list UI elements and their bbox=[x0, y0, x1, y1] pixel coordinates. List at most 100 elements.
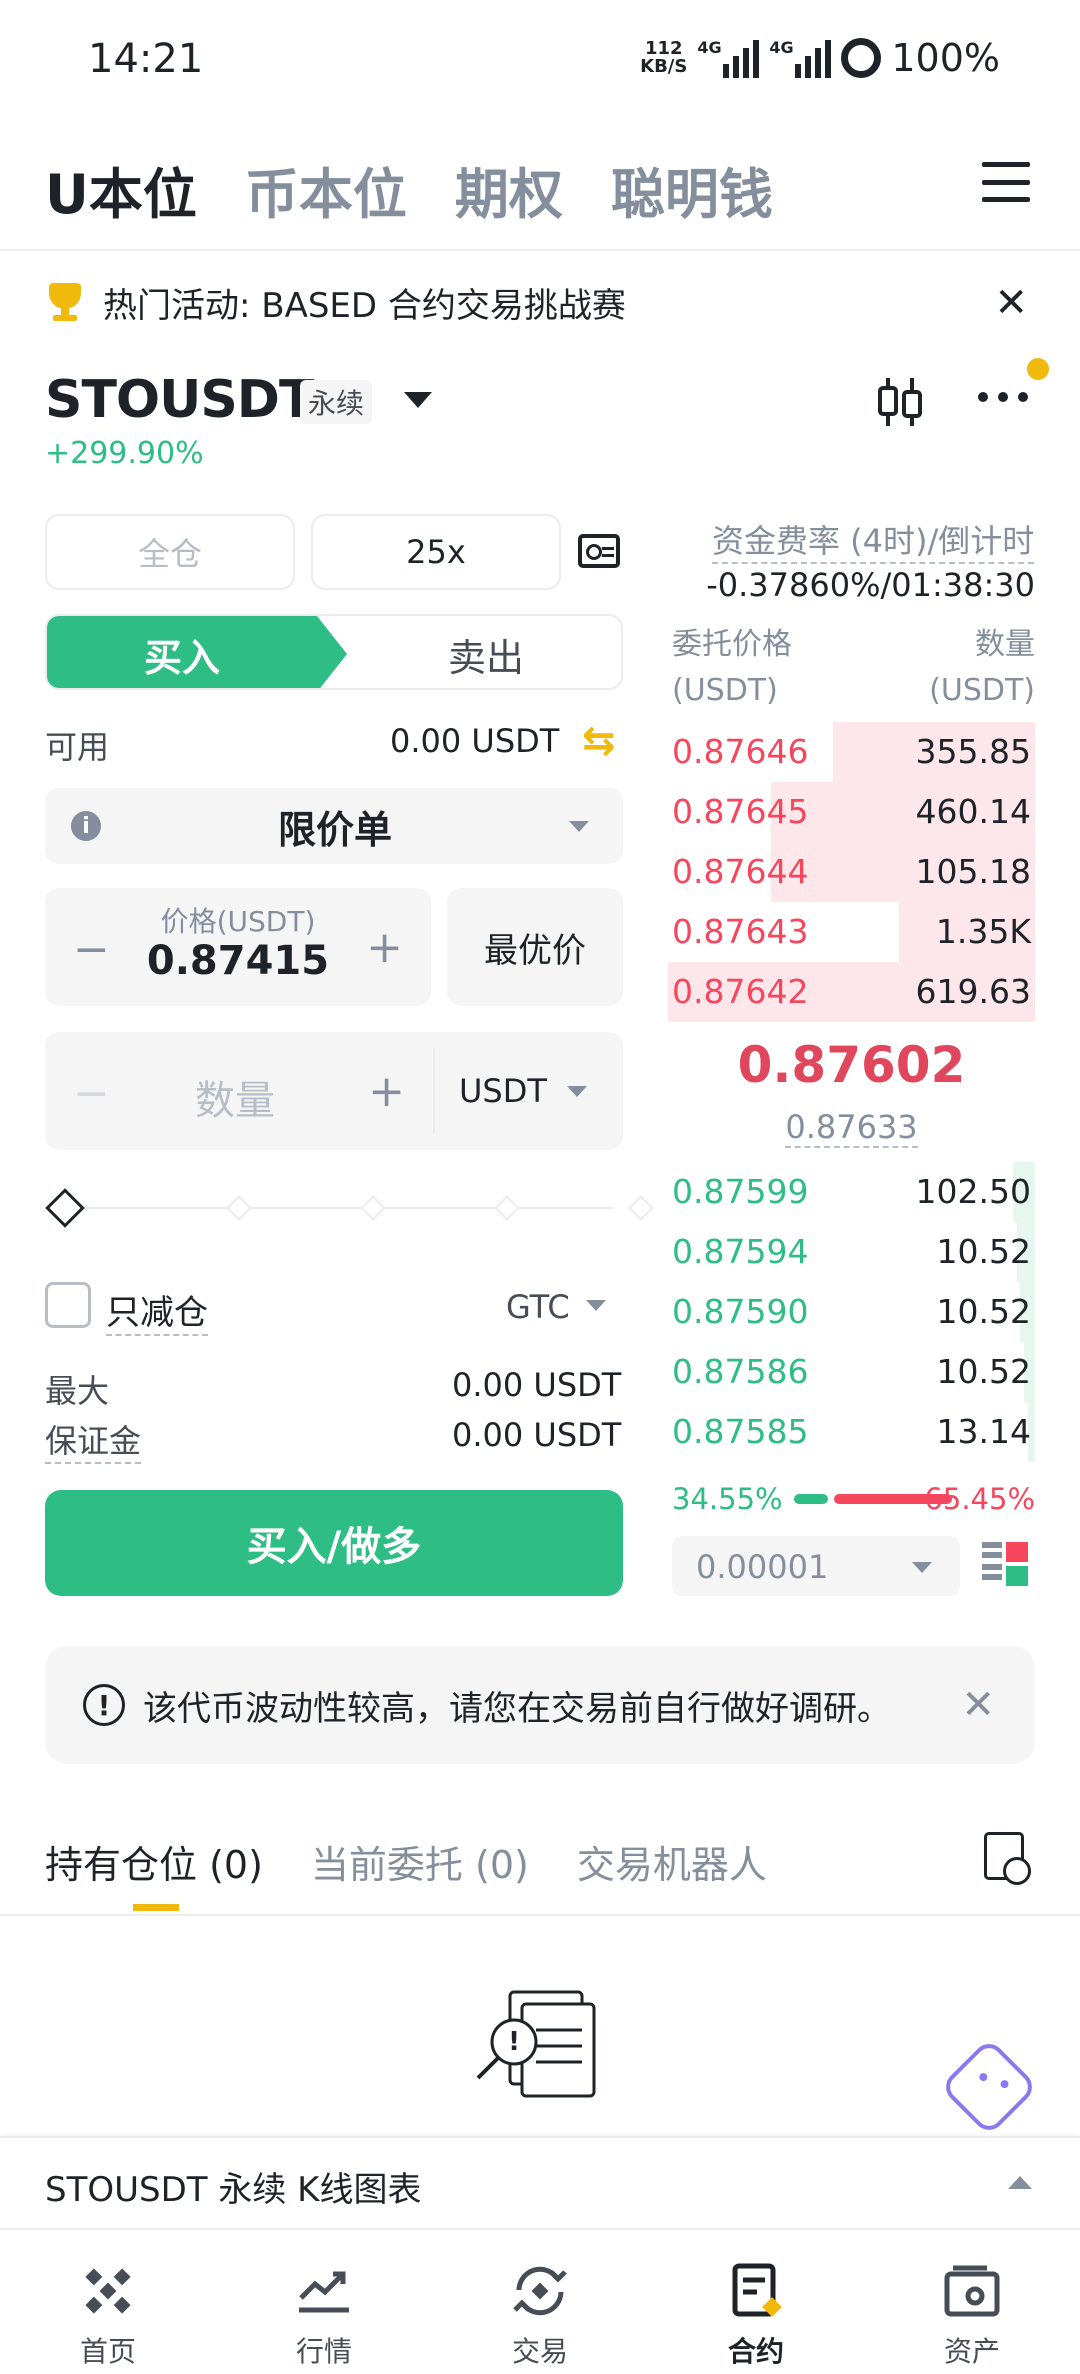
nav-trade[interactable]: 交易 bbox=[432, 2230, 648, 2374]
buy-ratio: 34.55% bbox=[672, 1482, 783, 1516]
bid-price: 0.87586 bbox=[672, 1352, 809, 1391]
ai-assistant-icon[interactable] bbox=[939, 2037, 1039, 2137]
info-icon[interactable]: i bbox=[71, 811, 101, 841]
quantity-increment-button[interactable]: + bbox=[368, 1066, 405, 1117]
tab-bots[interactable]: 交易机器人 bbox=[577, 1834, 767, 1889]
more-icon[interactable] bbox=[978, 392, 1028, 402]
leverage-button[interactable]: 25x bbox=[311, 514, 561, 590]
ask-row[interactable]: 0.87646 355.85 bbox=[668, 722, 1035, 782]
order-history-icon[interactable] bbox=[984, 1832, 1031, 1885]
chevron-down-icon bbox=[567, 1086, 587, 1097]
price-header-label: 委托价格 bbox=[672, 627, 792, 662]
menu-icon[interactable] bbox=[982, 162, 1030, 202]
nav-markets-label: 行情 bbox=[295, 2335, 352, 2368]
bid-quantity: 13.14 bbox=[936, 1412, 1031, 1451]
tick-size-select[interactable]: 0.00001 bbox=[672, 1536, 960, 1596]
margin-label[interactable]: 保证金 bbox=[45, 1416, 142, 1464]
price-change: +299.90% bbox=[45, 436, 204, 471]
best-price-button[interactable]: 最优价 bbox=[447, 888, 623, 1006]
buy-long-button[interactable]: 买入/做多 bbox=[45, 1490, 623, 1596]
ask-quantity: 619.63 bbox=[915, 972, 1031, 1011]
available-label: 可用 bbox=[45, 728, 110, 766]
margin-mode-button[interactable]: 全仓 bbox=[45, 514, 295, 590]
orderbook-layout-icon[interactable] bbox=[982, 1542, 1028, 1590]
slider-tick-50[interactable] bbox=[360, 1195, 386, 1221]
order-type-select[interactable]: i 限价单 bbox=[45, 788, 623, 864]
svg-text:!: ! bbox=[508, 2027, 520, 2057]
tab-positions[interactable]: 持有仓位 (0) bbox=[45, 1834, 263, 1889]
tab-smart-money[interactable]: 聪明钱 bbox=[611, 150, 773, 229]
warning-text: 该代币波动性较高，请您在交易前自行做好调研。 bbox=[143, 1688, 891, 1729]
bid-row[interactable]: 0.87586 10.52 bbox=[668, 1342, 1035, 1402]
qty-header-label: 数量 bbox=[975, 627, 1035, 662]
markets-icon bbox=[299, 2271, 349, 2313]
warning-close-icon[interactable]: ✕ bbox=[961, 1682, 995, 1728]
bid-row[interactable]: 0.87594 10.52 bbox=[668, 1222, 1035, 1282]
slider-tick-25[interactable] bbox=[226, 1195, 252, 1221]
quantity-column-header: 数量 (USDT) bbox=[929, 622, 1035, 714]
funding-rate-label[interactable]: 资金费率 (4时)/倒计时 bbox=[712, 516, 1035, 564]
transfer-icon[interactable]: ⇆ bbox=[582, 718, 616, 764]
chevron-down-icon bbox=[569, 820, 589, 832]
quantity-unit-select[interactable]: USDT bbox=[459, 1072, 547, 1110]
speed-unit: KB/S bbox=[640, 56, 688, 77]
ask-row[interactable]: 0.87644 105.18 bbox=[668, 842, 1035, 902]
promo-banner[interactable]: 热门活动: BASED 合约交易挑战赛 bbox=[45, 278, 626, 327]
futures-icon bbox=[732, 2263, 782, 2317]
bid-price: 0.87590 bbox=[672, 1292, 809, 1331]
sell-tab[interactable]: 卖出 bbox=[347, 616, 621, 688]
slider-tick-75[interactable] bbox=[494, 1195, 520, 1221]
signal-icon-1: 4G bbox=[697, 38, 760, 78]
status-icons: 112 KB/S 4G 4G 100% bbox=[640, 36, 1000, 80]
tab-usdm[interactable]: U本位 bbox=[45, 150, 197, 229]
slider-handle[interactable] bbox=[45, 1188, 85, 1228]
bid-price: 0.87599 bbox=[672, 1172, 809, 1211]
price-input[interactable]: − 价格(USDT) 0.87415 + bbox=[45, 888, 431, 1006]
header-divider bbox=[0, 249, 1080, 251]
bid-price: 0.87594 bbox=[672, 1232, 809, 1271]
mark-price[interactable]: 0.87633 bbox=[668, 1108, 1035, 1148]
symbol-dropdown-icon[interactable] bbox=[404, 392, 432, 408]
mark-price-value: 0.87633 bbox=[785, 1108, 918, 1148]
network-speed: 112 KB/S bbox=[640, 40, 687, 76]
quantity-decrement-button[interactable]: − bbox=[73, 1068, 110, 1119]
reduce-only-label[interactable]: 只减仓 bbox=[106, 1285, 208, 1336]
price-increment-button[interactable]: + bbox=[366, 922, 403, 973]
empty-state-icon: ! bbox=[476, 1990, 596, 2098]
tab-options[interactable]: 期权 bbox=[455, 150, 563, 229]
bid-row[interactable]: 0.87585 13.14 bbox=[668, 1402, 1035, 1462]
quantity-placeholder: 数量 bbox=[195, 1078, 275, 1124]
last-price[interactable]: 0.87602 bbox=[668, 1036, 1035, 1094]
notification-dot bbox=[1027, 358, 1049, 380]
bid-quantity: 10.52 bbox=[936, 1232, 1031, 1271]
tick-size-value: 0.00001 bbox=[696, 1548, 829, 1586]
nav-futures[interactable]: 合约 bbox=[648, 2230, 864, 2374]
reduce-only-checkbox[interactable] bbox=[45, 1282, 91, 1328]
nav-home[interactable]: 首页 bbox=[0, 2230, 216, 2374]
ask-price: 0.87644 bbox=[672, 852, 809, 891]
bid-quantity: 102.50 bbox=[915, 1172, 1031, 1211]
calculator-card-icon[interactable] bbox=[578, 534, 620, 568]
candlestick-chart-icon[interactable] bbox=[876, 374, 924, 430]
nav-assets[interactable]: 资产 bbox=[864, 2230, 1080, 2374]
bid-row[interactable]: 0.87590 10.52 bbox=[668, 1282, 1035, 1342]
quantity-input[interactable]: − 数量 + USDT bbox=[45, 1032, 623, 1150]
banner-close-icon[interactable]: ✕ bbox=[994, 280, 1028, 326]
buy-tab[interactable]: 买入 bbox=[47, 616, 347, 688]
bid-row[interactable]: 0.87599 102.50 bbox=[668, 1162, 1035, 1222]
order-type-label: 限价单 bbox=[277, 807, 392, 852]
slider-tick-100[interactable] bbox=[628, 1195, 654, 1221]
tab-coinm[interactable]: 币本位 bbox=[245, 150, 407, 229]
amount-slider[interactable] bbox=[45, 1188, 654, 1228]
tab-open-orders[interactable]: 当前委托 (0) bbox=[311, 1834, 529, 1889]
ask-row[interactable]: 0.87645 460.14 bbox=[668, 782, 1035, 842]
nav-markets[interactable]: 行情 bbox=[216, 2230, 432, 2374]
status-time: 14:21 bbox=[88, 36, 204, 82]
symbol-name[interactable]: STOUSDT bbox=[45, 370, 314, 430]
ask-row[interactable]: 0.87642 619.63 bbox=[668, 962, 1035, 1022]
kline-chart-bar[interactable]: STOUSDT 永续 K线图表 bbox=[0, 2136, 1080, 2228]
ask-price: 0.87645 bbox=[672, 792, 809, 831]
risk-warning: ! 该代币波动性较高，请您在交易前自行做好调研。 ✕ bbox=[45, 1646, 1035, 1764]
time-in-force-select[interactable]: GTC bbox=[506, 1288, 570, 1326]
ask-row[interactable]: 0.87643 1.35K bbox=[668, 902, 1035, 962]
